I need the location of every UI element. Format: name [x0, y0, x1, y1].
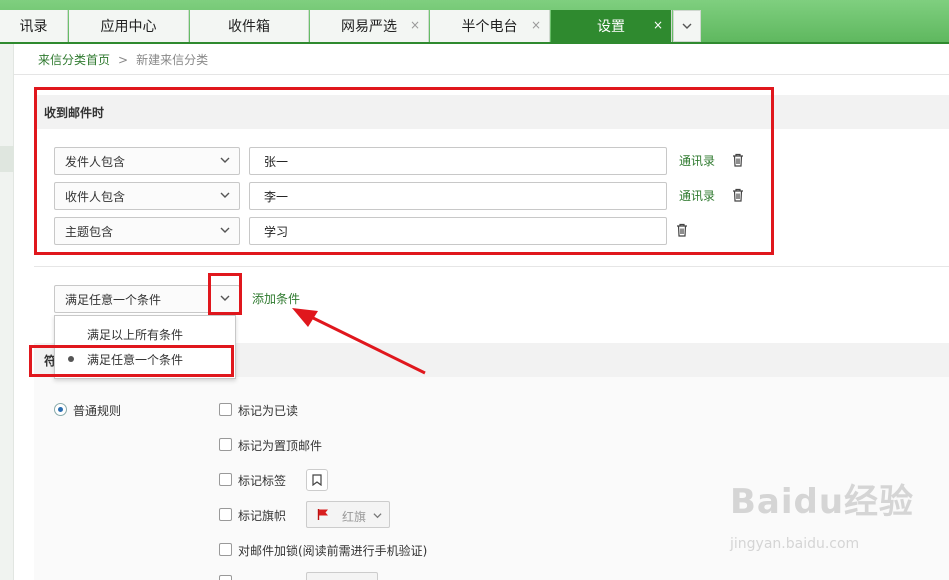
watermark-url: jingyan.baidu.com [730, 536, 860, 552]
rule-type-label: 普通规则 [73, 404, 122, 418]
action-label: 标记为置顶邮件 [238, 439, 323, 453]
action-checkbox[interactable] [219, 438, 232, 451]
action-checkbox[interactable] [219, 575, 232, 580]
action-checkbox[interactable] [219, 543, 232, 556]
flag-icon [317, 509, 328, 520]
action-checkbox[interactable] [219, 403, 232, 416]
bookmark-icon [312, 474, 322, 486]
action-label: 标记标签 [238, 474, 287, 488]
action-select-partial[interactable] [306, 572, 378, 580]
chevron-down-icon [373, 513, 382, 519]
tag-select-button[interactable] [306, 469, 328, 491]
baidu-watermark-logo: Baidu经验 jingyan.baidu.com [730, 474, 915, 552]
flag-label: 红旗 [342, 510, 367, 524]
rule-type-radio[interactable] [54, 403, 67, 416]
action-checkbox[interactable] [219, 508, 232, 521]
watermark-text: Baidu经验 [730, 482, 915, 522]
flag-select[interactable]: 红旗 [306, 501, 390, 528]
action-label: 标记旗帜 [238, 509, 287, 523]
action-checkbox[interactable] [219, 473, 232, 486]
action-label: 对邮件加锁(阅读前需进行手机验证) [238, 544, 428, 558]
action-label: 标记为已读 [238, 404, 299, 418]
